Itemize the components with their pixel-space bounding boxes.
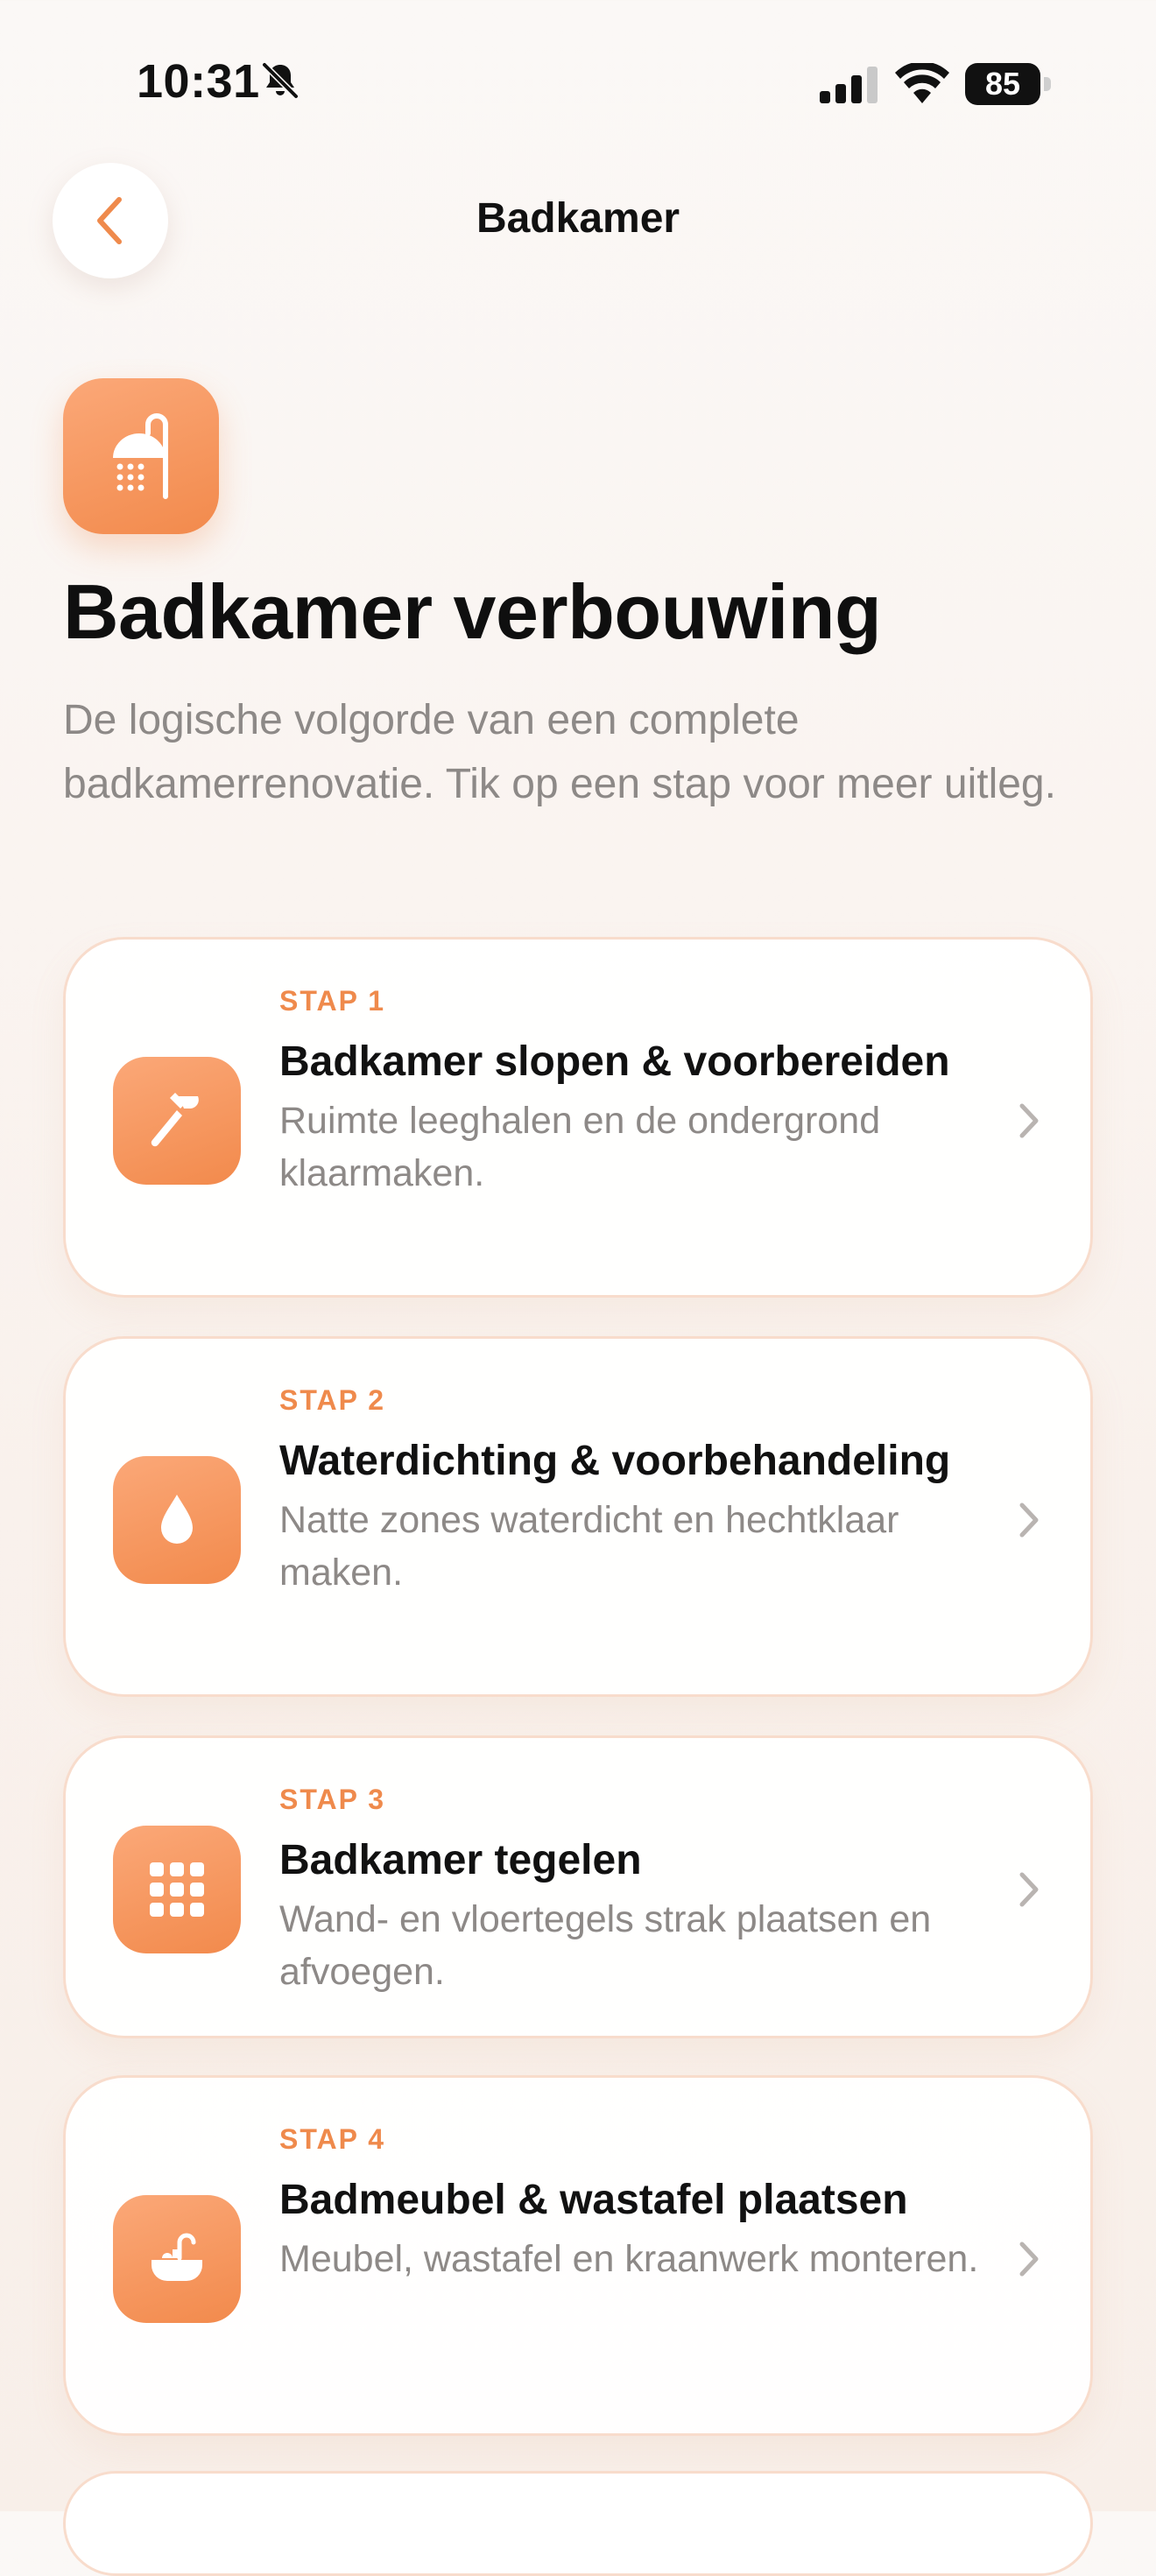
status-bar: 10:31 85: [0, 0, 1156, 166]
tiles-grid-icon: [113, 1826, 241, 1953]
shower-icon: [63, 378, 219, 534]
step-description: Meubel, wastafel en kraanwerk monteren.: [279, 2238, 979, 2280]
signal-icon: [820, 67, 878, 103]
step-description: Ruimte leeghalen en de ondergrond klaarm…: [279, 1100, 881, 1194]
step-card-4[interactable]: STAP 4 Badmeubel & wastafel plaatsen Meu…: [63, 2075, 1093, 2436]
step-description: Wand- en vloertegels strak plaatsen en a…: [279, 1898, 932, 1993]
step-number: STAP 1: [279, 985, 386, 1017]
status-time: 10:31: [137, 55, 260, 108]
page-description: De logische volgorde van een complete ba…: [63, 697, 1056, 807]
step-card-1[interactable]: STAP 1 Badkamer slopen & voorbereiden Ru…: [63, 937, 1093, 1298]
wifi-icon: [895, 63, 949, 103]
step-description: Natte zones waterdicht en hechtklaar mak…: [279, 1499, 899, 1594]
chevron-right-icon: [1019, 1503, 1039, 1538]
page-title: Badkamer verbouwing: [63, 568, 882, 655]
step-title: Badmeubel & wastafel plaatsen: [279, 2177, 908, 2223]
battery-icon: 85: [965, 63, 1053, 105]
step-title: Badkamer tegelen: [279, 1837, 642, 1883]
sink-icon: [113, 2195, 241, 2323]
step-card-next[interactable]: [63, 2471, 1093, 2576]
chevron-right-icon: [1019, 1872, 1039, 1907]
chevron-right-icon: [1019, 2242, 1039, 2277]
step-card-2[interactable]: STAP 2 Waterdichting & voorbehandeling N…: [63, 1336, 1093, 1697]
step-number: STAP 2: [279, 1384, 386, 1416]
step-title: Badkamer slopen & voorbereiden: [279, 1038, 950, 1085]
hammer-icon: [113, 1057, 241, 1185]
step-title: Waterdichting & voorbehandeling: [279, 1438, 951, 1484]
chevron-right-icon: [1019, 1103, 1039, 1138]
step-card-3[interactable]: STAP 3 Badkamer tegelen Wand- en vloerte…: [63, 1735, 1093, 2038]
battery-percentage: 85: [984, 66, 1021, 102]
bell-slash-icon: [262, 62, 299, 99]
step-number: STAP 4: [279, 2123, 386, 2155]
step-number: STAP 3: [279, 1784, 386, 1815]
nav-title: Badkamer: [476, 195, 680, 242]
drop-icon: [113, 1456, 241, 1584]
